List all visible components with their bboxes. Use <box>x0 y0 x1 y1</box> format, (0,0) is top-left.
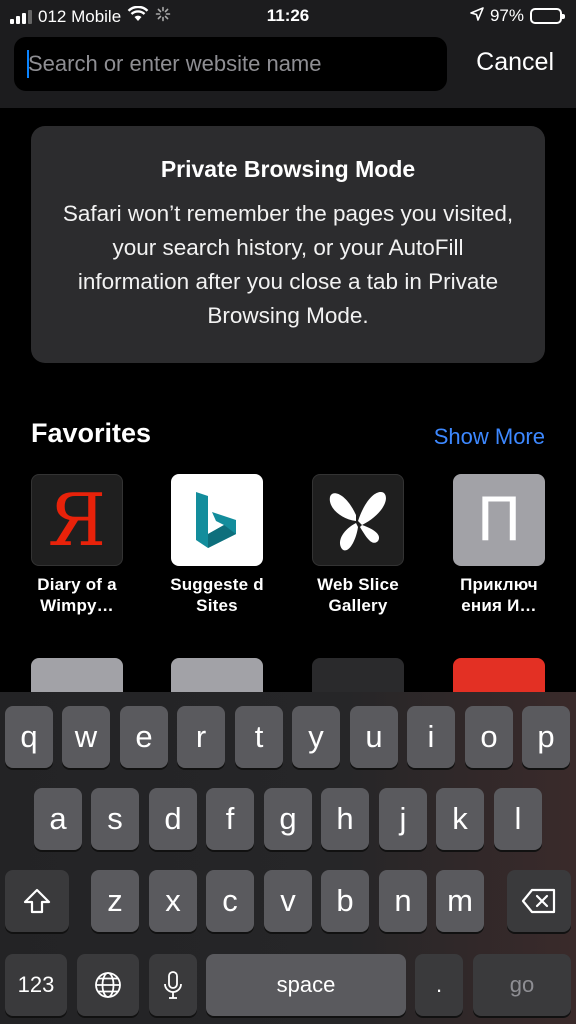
numbers-key[interactable]: 123 <box>5 954 67 1016</box>
favorite-label: Приключ ения И… <box>460 575 538 615</box>
key-g[interactable]: g <box>264 788 312 850</box>
key-i[interactable]: i <box>407 706 455 768</box>
private-browsing-card: Private Browsing Mode Safari won’t remem… <box>31 126 545 363</box>
search-input[interactable] <box>28 50 428 78</box>
show-more-link[interactable]: Show More <box>434 424 545 450</box>
backspace-icon <box>521 888 557 914</box>
favorites-title: Favorites <box>31 418 152 448</box>
location-arrow-icon <box>470 6 484 26</box>
shift-icon <box>22 887 52 915</box>
key-h[interactable]: h <box>321 788 369 850</box>
key-x[interactable]: x <box>149 870 197 932</box>
letter-p-icon: П <box>453 474 545 566</box>
private-browsing-title: Private Browsing Mode <box>160 156 416 182</box>
key-j[interactable]: j <box>379 788 427 850</box>
key-l[interactable]: l <box>494 788 542 850</box>
search-header: Cancel <box>0 34 576 108</box>
favorite-item-diary[interactable]: Я Diary of a Wimpy… <box>22 474 132 616</box>
dictation-key[interactable] <box>149 954 197 1016</box>
key-s[interactable]: s <box>91 788 139 850</box>
favorite-item-web-slice-gallery[interactable]: Web Slice Gallery <box>303 474 413 616</box>
key-b[interactable]: b <box>321 870 369 932</box>
private-browsing-description: Safari won’t remember the pages you visi… <box>62 201 514 328</box>
key-o[interactable]: o <box>465 706 513 768</box>
key-p[interactable]: p <box>522 706 570 768</box>
key-r[interactable]: r <box>177 706 225 768</box>
battery-icon <box>530 8 565 24</box>
key-y[interactable]: y <box>292 706 340 768</box>
key-z[interactable]: z <box>91 870 139 932</box>
keyboard: q w e r t y u i o p a s d f g h j k l z … <box>0 692 576 1024</box>
favorite-label: Suggeste d Sites <box>170 575 264 615</box>
key-n[interactable]: n <box>379 870 427 932</box>
key-e[interactable]: e <box>120 706 168 768</box>
key-k[interactable]: k <box>436 788 484 850</box>
search-box[interactable] <box>14 37 447 91</box>
key-a[interactable]: a <box>34 788 82 850</box>
delete-key[interactable] <box>507 870 571 932</box>
favorite-item-suggested-sites[interactable]: Suggeste d Sites <box>162 474 272 616</box>
key-m[interactable]: m <box>436 870 484 932</box>
globe-icon <box>93 970 123 1000</box>
key-w[interactable]: w <box>62 706 110 768</box>
favorite-label: Diary of a Wimpy… <box>37 575 117 615</box>
key-q[interactable]: q <box>5 706 53 768</box>
globe-key[interactable] <box>77 954 139 1016</box>
key-f[interactable]: f <box>206 788 254 850</box>
shift-key[interactable] <box>5 870 69 932</box>
status-right: 97% <box>470 6 565 26</box>
favorite-label: Web Slice Gallery <box>317 575 399 615</box>
go-key[interactable]: go <box>473 954 571 1016</box>
key-u[interactable]: u <box>350 706 398 768</box>
battery-percent: 97% <box>489 6 524 25</box>
space-key[interactable]: space <box>206 954 406 1016</box>
status-bar: 012 Mobile 11:26 97% <box>0 0 576 34</box>
bing-icon <box>171 474 263 566</box>
cancel-button[interactable]: Cancel <box>476 48 554 77</box>
key-d[interactable]: d <box>149 788 197 850</box>
yandex-icon: Я <box>31 474 123 566</box>
period-key[interactable]: . <box>415 954 463 1016</box>
key-v[interactable]: v <box>264 870 312 932</box>
favorite-item-adventures[interactable]: П Приключ ения И… <box>444 474 554 616</box>
microphone-icon <box>163 970 183 1000</box>
butterfly-icon <box>312 474 404 566</box>
key-t[interactable]: t <box>235 706 283 768</box>
key-c[interactable]: c <box>206 870 254 932</box>
